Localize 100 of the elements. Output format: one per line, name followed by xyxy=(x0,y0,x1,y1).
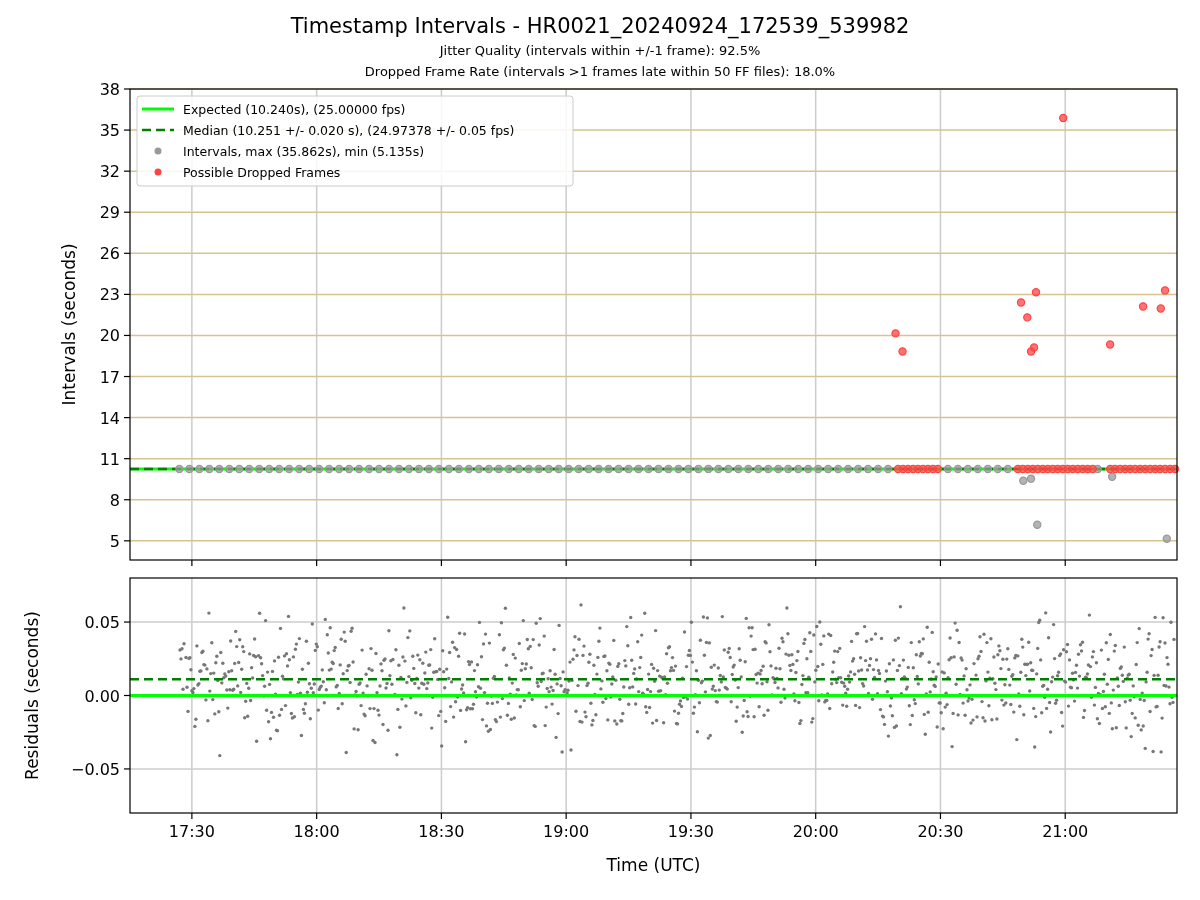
y-tick-label: 29 xyxy=(99,203,120,223)
data-point xyxy=(694,464,703,474)
x-tick-label: 17:30 xyxy=(168,822,215,841)
data-point xyxy=(604,464,613,474)
data-point xyxy=(704,464,713,474)
data-point xyxy=(634,464,643,474)
data-point xyxy=(1088,464,1097,474)
data-point xyxy=(235,464,244,474)
data-point xyxy=(764,464,773,474)
data-point xyxy=(314,464,324,474)
data-point xyxy=(983,464,993,474)
data-point xyxy=(953,464,963,474)
y-tick-label: 32 xyxy=(99,162,120,182)
x-tick-label: 20:00 xyxy=(792,822,839,841)
data-point xyxy=(933,464,943,474)
x-tick-label: 21:00 xyxy=(1042,822,1089,841)
y-tick-label: 5 xyxy=(109,531,120,551)
data-point xyxy=(973,464,983,474)
x-tick-label: 20:30 xyxy=(917,822,964,841)
y-tick-label: 26 xyxy=(99,244,120,264)
data-point xyxy=(205,464,214,474)
data-point xyxy=(1105,340,1115,349)
data-point xyxy=(574,464,583,474)
data-point xyxy=(863,464,873,474)
data-point xyxy=(614,464,623,474)
data-point xyxy=(584,464,593,474)
data-point xyxy=(334,464,344,474)
data-point xyxy=(833,464,843,474)
data-point xyxy=(494,464,503,474)
data-point xyxy=(484,464,494,474)
data-point xyxy=(265,464,274,474)
data-point xyxy=(804,464,813,474)
data-point xyxy=(384,464,394,474)
data-point xyxy=(474,464,484,474)
data-point xyxy=(434,464,444,474)
data-point xyxy=(654,464,663,474)
data-point xyxy=(1162,534,1171,543)
data-point xyxy=(843,464,853,474)
data-point xyxy=(444,464,454,474)
data-point xyxy=(524,464,533,474)
x-tick-label: 18:30 xyxy=(418,822,465,841)
y-tick-label: 0.05 xyxy=(84,613,120,633)
data-point xyxy=(684,464,693,474)
data-point xyxy=(554,464,563,474)
y-axis-label: Intervals (seconds) xyxy=(59,243,79,406)
data-point xyxy=(883,464,893,474)
data-point xyxy=(594,464,603,474)
data-point xyxy=(1107,472,1117,481)
x-axis-label: Time (UTC) xyxy=(606,855,701,875)
data-point xyxy=(185,464,194,474)
x-tick-label: 19:00 xyxy=(543,822,590,841)
data-point xyxy=(424,464,434,474)
data-point xyxy=(245,464,254,474)
legend-label: Possible Dropped Frames xyxy=(183,164,341,180)
data-point xyxy=(1023,313,1032,322)
y-tick-label: 11 xyxy=(99,449,120,469)
y-tick-label: 17 xyxy=(99,367,120,387)
data-point xyxy=(794,464,803,474)
data-point xyxy=(898,347,907,356)
figure-title: Timestamp Intervals - HR0021_20240924_172539_539982 xyxy=(290,13,910,40)
data-point xyxy=(285,464,294,474)
data-point xyxy=(891,329,900,338)
data-point xyxy=(324,464,334,474)
data-point xyxy=(1033,520,1042,529)
data-point xyxy=(534,464,543,474)
y-tick-label: −0.05 xyxy=(70,759,120,779)
data-point xyxy=(255,464,264,474)
data-point xyxy=(754,464,763,474)
x-tick-label: 18:00 xyxy=(293,822,340,841)
data-point xyxy=(304,464,314,474)
data-point xyxy=(1160,286,1170,295)
data-point xyxy=(1170,464,1180,474)
data-point xyxy=(823,464,833,474)
y-tick-label: 20 xyxy=(99,326,120,346)
data-point xyxy=(1138,302,1148,311)
data-point xyxy=(504,464,513,474)
data-point xyxy=(774,464,783,474)
data-point xyxy=(354,464,364,474)
data-point xyxy=(1156,304,1165,313)
data-point xyxy=(853,464,863,474)
data-point xyxy=(873,464,883,474)
y-axis-label: Residuals (seconds) xyxy=(22,611,42,780)
data-point xyxy=(275,464,284,474)
data-point xyxy=(374,464,384,474)
data-point xyxy=(414,464,424,474)
data-point xyxy=(1016,298,1026,307)
data-point xyxy=(564,464,573,474)
data-point xyxy=(734,464,743,474)
figure-subtitle: Dropped Frame Rate (intervals >1 frames late within 50 FF files): 18.0% xyxy=(364,63,836,81)
y-tick-label: 0.00 xyxy=(84,686,120,706)
data-point xyxy=(814,464,823,474)
data-point xyxy=(225,464,234,474)
data-point xyxy=(674,464,683,474)
data-point xyxy=(664,464,673,474)
y-tick-label: 38 xyxy=(99,80,120,99)
legend-label: Median (10.251 +/- 0.020 s), (24.97378 +/- 0.05 fps) xyxy=(183,122,515,138)
data-point xyxy=(394,464,404,474)
legend-label: Intervals, max (35.862s), min (5.135s) xyxy=(183,143,425,159)
data-point xyxy=(784,464,793,474)
data-point xyxy=(294,464,304,474)
